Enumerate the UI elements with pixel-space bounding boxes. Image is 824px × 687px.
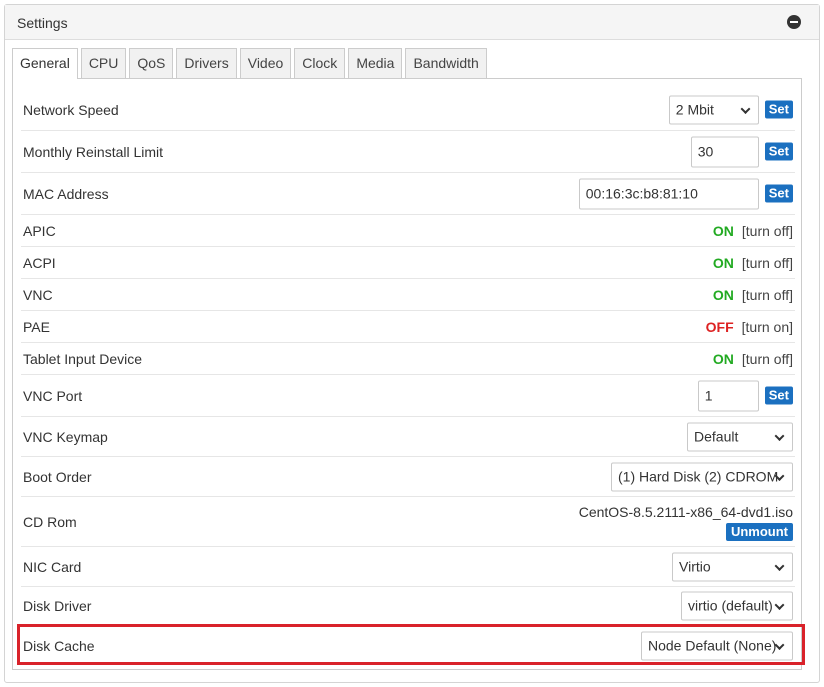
status-off: OFF	[705, 318, 734, 335]
status-on: ON	[712, 254, 734, 271]
tab-cpu[interactable]: CPU	[80, 48, 127, 78]
network-speed-select[interactable]: 2 Mbit	[668, 95, 759, 124]
setting-row-disk-cache: Disk Cache Node Default (None)	[21, 627, 795, 665]
setting-label: CD Rom	[23, 513, 77, 530]
tab-bandwidth[interactable]: Bandwidth	[405, 48, 487, 78]
chevron-down-icon	[774, 599, 785, 610]
set-network-speed-button[interactable]: Set	[764, 100, 793, 119]
setting-row-acpi: ACPI ON [turn off]	[21, 247, 795, 279]
apic-toggle-link[interactable]: [turn off]	[742, 223, 793, 239]
setting-label: VNC Keymap	[23, 428, 108, 445]
acpi-toggle-link[interactable]: [turn off]	[742, 255, 793, 271]
tab-video[interactable]: Video	[239, 48, 292, 78]
setting-label: Disk Driver	[23, 597, 92, 614]
tab-clock[interactable]: Clock	[294, 48, 346, 78]
setting-row-disk-driver: Disk Driver virtio (default)	[21, 587, 795, 625]
general-tab-content: Network Speed 2 Mbit Set Monthly Reinsta…	[12, 78, 802, 670]
tablet-toggle-link[interactable]: [turn off]	[742, 351, 793, 367]
setting-label: Disk Cache	[23, 638, 95, 654]
tab-qos[interactable]: QoS	[129, 48, 174, 78]
tab-bar: General CPU QoS Drivers Video Clock Medi…	[12, 48, 490, 79]
vnc-port-input[interactable]: 1	[697, 380, 759, 411]
pae-toggle-link[interactable]: [turn on]	[742, 319, 793, 335]
reinstall-limit-input[interactable]: 30	[690, 136, 759, 167]
setting-label: Tablet Input Device	[23, 350, 143, 367]
nic-card-select[interactable]: Virtio	[672, 552, 793, 581]
setting-row-reinstall-limit: Monthly Reinstall Limit 30 Set	[21, 131, 795, 173]
setting-label: MAC Address	[23, 185, 109, 202]
tab-general[interactable]: General	[12, 48, 78, 79]
setting-label: Boot Order	[23, 468, 92, 485]
setting-label: Monthly Reinstall Limit	[23, 143, 164, 160]
setting-row-nic-card: NIC Card Virtio	[21, 547, 795, 587]
setting-label: NIC Card	[23, 558, 82, 575]
tab-media[interactable]: Media	[348, 48, 403, 78]
set-reinstall-limit-button[interactable]: Set	[764, 142, 793, 161]
tab-drivers[interactable]: Drivers	[176, 48, 237, 78]
setting-label: APIC	[23, 222, 56, 239]
setting-label: ACPI	[23, 254, 56, 271]
unmount-button[interactable]: Unmount	[725, 522, 793, 541]
status-on: ON	[712, 286, 734, 303]
chevron-down-icon	[740, 103, 751, 114]
mac-address-input[interactable]: 00:16:3c:b8:81:10	[578, 178, 759, 209]
vnc-keymap-select[interactable]: Default	[687, 422, 793, 451]
setting-row-apic: APIC ON [turn off]	[21, 215, 795, 247]
vnc-toggle-link[interactable]: [turn off]	[742, 287, 793, 303]
setting-row-cd-rom: CD Rom CentOS-8.5.2111-x86_64-dvd1.iso U…	[21, 497, 795, 547]
setting-label: VNC	[23, 286, 53, 303]
status-on: ON	[712, 350, 734, 367]
setting-row-vnc-keymap: VNC Keymap Default	[21, 417, 795, 457]
setting-label: Network Speed	[23, 101, 119, 118]
panel-header: Settings	[5, 5, 819, 40]
set-mac-address-button[interactable]: Set	[764, 184, 793, 203]
status-on: ON	[712, 222, 734, 239]
cd-rom-image-name: CentOS-8.5.2111-x86_64-dvd1.iso	[578, 503, 793, 520]
setting-label: PAE	[23, 318, 50, 335]
disk-cache-select[interactable]: Node Default (None)	[641, 631, 793, 661]
disk-driver-select[interactable]: virtio (default)	[681, 591, 793, 620]
set-vnc-port-button[interactable]: Set	[764, 386, 793, 405]
setting-row-vnc-port: VNC Port 1 Set	[21, 375, 795, 417]
setting-row-boot-order: Boot Order (1) Hard Disk (2) CDROM	[21, 457, 795, 497]
setting-row-pae: PAE OFF [turn on]	[21, 311, 795, 343]
boot-order-select[interactable]: (1) Hard Disk (2) CDROM	[611, 462, 793, 491]
minus-circle-icon[interactable]	[787, 15, 801, 29]
setting-label: VNC Port	[23, 387, 83, 404]
setting-row-tablet-input: Tablet Input Device ON [turn off]	[21, 343, 795, 375]
panel-title: Settings	[17, 15, 68, 31]
setting-row-network-speed: Network Speed 2 Mbit Set	[21, 89, 795, 131]
setting-row-mac-address: MAC Address 00:16:3c:b8:81:10 Set	[21, 173, 795, 215]
setting-row-vnc: VNC ON [turn off]	[21, 279, 795, 311]
chevron-down-icon	[774, 560, 785, 571]
chevron-down-icon	[774, 430, 785, 441]
